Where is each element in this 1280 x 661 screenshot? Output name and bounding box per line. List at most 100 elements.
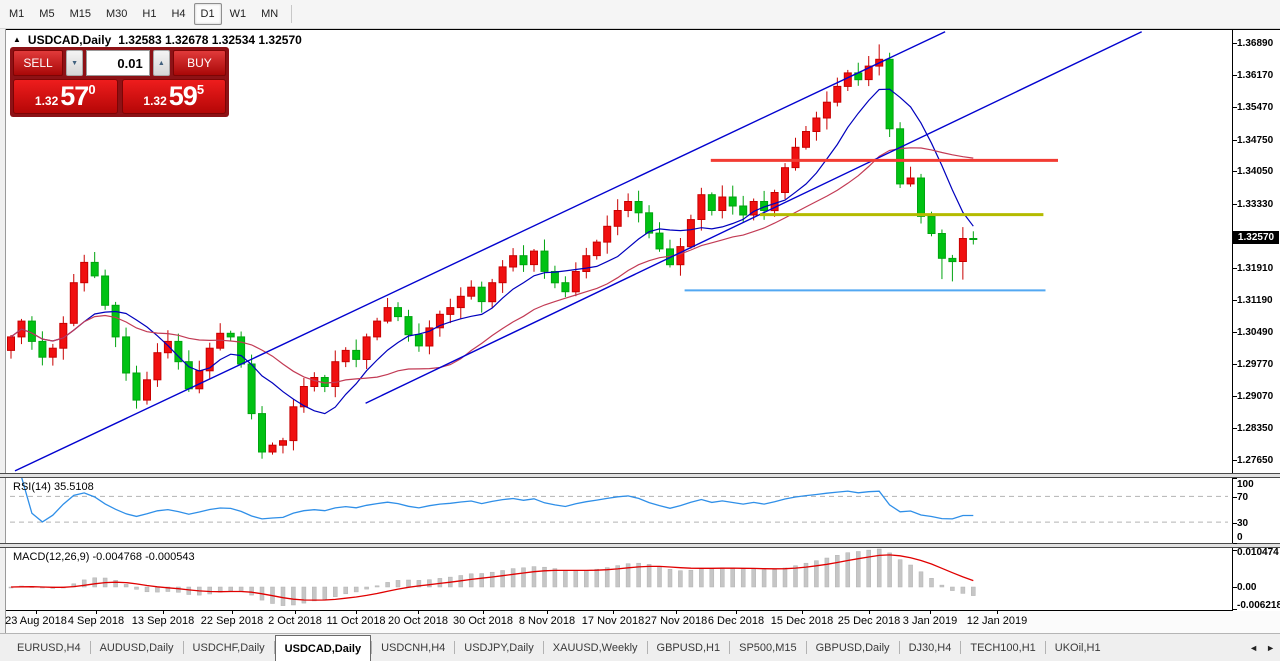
current-price-tag: 1.32570 xyxy=(1233,231,1279,244)
tab-usdjpy-daily[interactable]: USDJPY,Daily xyxy=(455,634,543,661)
timeframe-button-h1[interactable]: H1 xyxy=(135,3,163,25)
rsi-panel xyxy=(6,478,1232,543)
ask-price-pipette: 5 xyxy=(197,82,204,97)
date-tick-mark xyxy=(802,611,803,614)
date-tick-label: 13 Sep 2018 xyxy=(132,615,194,627)
chart-ohlc-values: 1.32583 1.32678 1.32534 1.32570 xyxy=(118,33,302,47)
rsi-tick-label: 0 xyxy=(1237,532,1243,543)
rsi-tick-label: 100 xyxy=(1237,479,1254,490)
price-tick-label: 1.29770 xyxy=(1237,359,1273,370)
date-tick-mark xyxy=(36,611,37,614)
trade-prices-row: 1.32 57 0 1.32 59 5 xyxy=(13,79,226,114)
macd-tick-label: -0.006218 xyxy=(1237,600,1280,611)
tab-usdcnh-h4[interactable]: USDCNH,H4 xyxy=(372,634,454,661)
date-tick-label: 20 Oct 2018 xyxy=(388,615,448,627)
date-tick-mark xyxy=(418,611,419,614)
date-tick-label: 27 Nov 2018 xyxy=(645,615,707,627)
ask-price-main: 59 xyxy=(169,83,197,110)
tab-xauusd-weekly[interactable]: XAUUSD,Weekly xyxy=(544,634,647,661)
rsi-tick-label: 70 xyxy=(1237,492,1248,503)
date-tick-label: 15 Dec 2018 xyxy=(771,615,833,627)
rsi-tick-mark xyxy=(1233,543,1237,544)
date-tick-label: 11 Oct 2018 xyxy=(326,615,385,627)
date-tick-mark xyxy=(736,611,737,614)
timeframe-button-mn[interactable]: MN xyxy=(254,3,285,25)
price-tick-label: 1.31190 xyxy=(1237,295,1273,306)
tab-scroll-arrows: ◄► xyxy=(1249,634,1275,661)
date-tick-label: 17 Nov 2018 xyxy=(582,615,644,627)
date-tick-mark xyxy=(295,611,296,614)
tab-dj30-h4[interactable]: DJ30,H4 xyxy=(900,634,961,661)
sell-button[interactable]: SELL xyxy=(13,50,63,76)
date-tick-label: 2 Oct 2018 xyxy=(268,615,322,627)
date-tick-mark xyxy=(930,611,931,614)
price-tick-label: 1.28350 xyxy=(1237,423,1273,434)
tab-ukoil-h1[interactable]: UKOil,H1 xyxy=(1046,634,1110,661)
date-tick-mark xyxy=(163,611,164,614)
macd-tick-label: 0.010474 xyxy=(1237,547,1279,558)
date-tick-mark xyxy=(997,611,998,614)
timeframe-button-m30[interactable]: M30 xyxy=(99,3,134,25)
chart-tabs-bar: EURUSD,H4AUDUSD,DailyUSDCHF,DailyUSDCAD,… xyxy=(0,633,1280,661)
timeframe-toolbar: M1M5M15M30H1H4D1W1MN xyxy=(0,0,1280,29)
timeframe-button-m15[interactable]: M15 xyxy=(63,3,98,25)
tabs-scroll-left-icon[interactable]: ◄ xyxy=(1249,643,1258,653)
collapse-icon[interactable]: ▲ xyxy=(13,35,21,44)
date-tick-label: 6 Dec 2018 xyxy=(708,615,764,627)
chart-symbol-label: USDCAD,Daily xyxy=(28,33,111,47)
ask-price-prefix: 1.32 xyxy=(143,94,166,108)
date-tick-mark xyxy=(676,611,677,614)
trading-platform-window: M1M5M15M30H1H4D1W1MN ▲ USDCAD,Daily 1.32… xyxy=(0,0,1280,661)
timeframe-button-d1[interactable]: D1 xyxy=(194,3,222,25)
date-tick-mark xyxy=(96,611,97,614)
ask-price-box[interactable]: 1.32 59 5 xyxy=(122,79,227,114)
rsi-canvas[interactable] xyxy=(6,478,1232,543)
trade-controls-row: SELL ▼ 0.01 ▲ BUY xyxy=(13,50,226,76)
channel-upper-trendline[interactable] xyxy=(366,32,1142,403)
tab-gbpusd-daily[interactable]: GBPUSD,Daily xyxy=(807,634,899,661)
chart-title: ▲ USDCAD,Daily 1.32583 1.32678 1.32534 1… xyxy=(13,33,302,47)
tab-audusd-daily[interactable]: AUDUSD,Daily xyxy=(91,634,183,661)
price-tick-label: 1.27650 xyxy=(1237,455,1273,466)
date-tick-mark xyxy=(613,611,614,614)
date-tick-label: 22 Sep 2018 xyxy=(201,615,263,627)
bid-price-prefix: 1.32 xyxy=(35,94,58,108)
rsi-label: RSI(14) 35.5108 xyxy=(13,481,94,493)
date-tick-label: 3 Jan 2019 xyxy=(903,615,957,627)
tab-tech100-h1[interactable]: TECH100,H1 xyxy=(961,634,1044,661)
price-tick-label: 1.30490 xyxy=(1237,327,1273,338)
tab-usdcad-daily[interactable]: USDCAD,Daily xyxy=(275,635,371,661)
tabs-scroll-right-icon[interactable]: ► xyxy=(1266,643,1275,653)
price-tick-label: 1.36170 xyxy=(1237,70,1273,81)
tab-usdchf-daily[interactable]: USDCHF,Daily xyxy=(184,634,274,661)
volume-input[interactable]: 0.01 xyxy=(86,50,149,76)
timeframe-button-w1[interactable]: W1 xyxy=(223,3,254,25)
price-tick-label: 1.36890 xyxy=(1237,38,1273,49)
bid-price-pipette: 0 xyxy=(88,82,95,97)
price-tick-label: 1.31910 xyxy=(1237,263,1273,274)
macd-label: MACD(12,26,9) -0.004768 -0.000543 xyxy=(13,551,195,563)
chevron-down-icon: ▼ xyxy=(71,60,78,67)
timeframe-button-m1[interactable]: M1 xyxy=(2,3,31,25)
macd-tick-label: 0.00 xyxy=(1237,582,1256,593)
date-tick-mark xyxy=(869,611,870,614)
buy-button[interactable]: BUY xyxy=(173,50,226,76)
rsi-line[interactable] xyxy=(22,478,974,522)
volume-decrease-button[interactable]: ▼ xyxy=(66,50,83,76)
slow-ma-line[interactable] xyxy=(11,148,973,383)
bid-price-box[interactable]: 1.32 57 0 xyxy=(13,79,118,114)
date-tick-mark xyxy=(547,611,548,614)
tab-eurusd-h4[interactable]: EURUSD,H4 xyxy=(8,634,90,661)
date-tick-label: 25 Dec 2018 xyxy=(838,615,900,627)
tab-gbpusd-h1[interactable]: GBPUSD,H1 xyxy=(648,634,730,661)
date-tick-label: 4 Sep 2018 xyxy=(68,615,124,627)
timeframe-button-h4[interactable]: H4 xyxy=(164,3,192,25)
chevron-up-icon: ▲ xyxy=(158,60,165,67)
volume-increase-button[interactable]: ▲ xyxy=(153,50,170,76)
timeframe-button-m5[interactable]: M5 xyxy=(32,3,61,25)
price-tick-label: 1.34750 xyxy=(1237,135,1273,146)
date-axis[interactable]: 23 Aug 20184 Sep 2018 13 Sep 2018 22 Sep 2… xyxy=(6,611,1280,633)
price-tick-label: 1.33330 xyxy=(1237,199,1273,210)
tab-sp500-m15[interactable]: SP500,M15 xyxy=(730,634,805,661)
date-tick-label: 23 Aug 2018 xyxy=(5,615,67,627)
